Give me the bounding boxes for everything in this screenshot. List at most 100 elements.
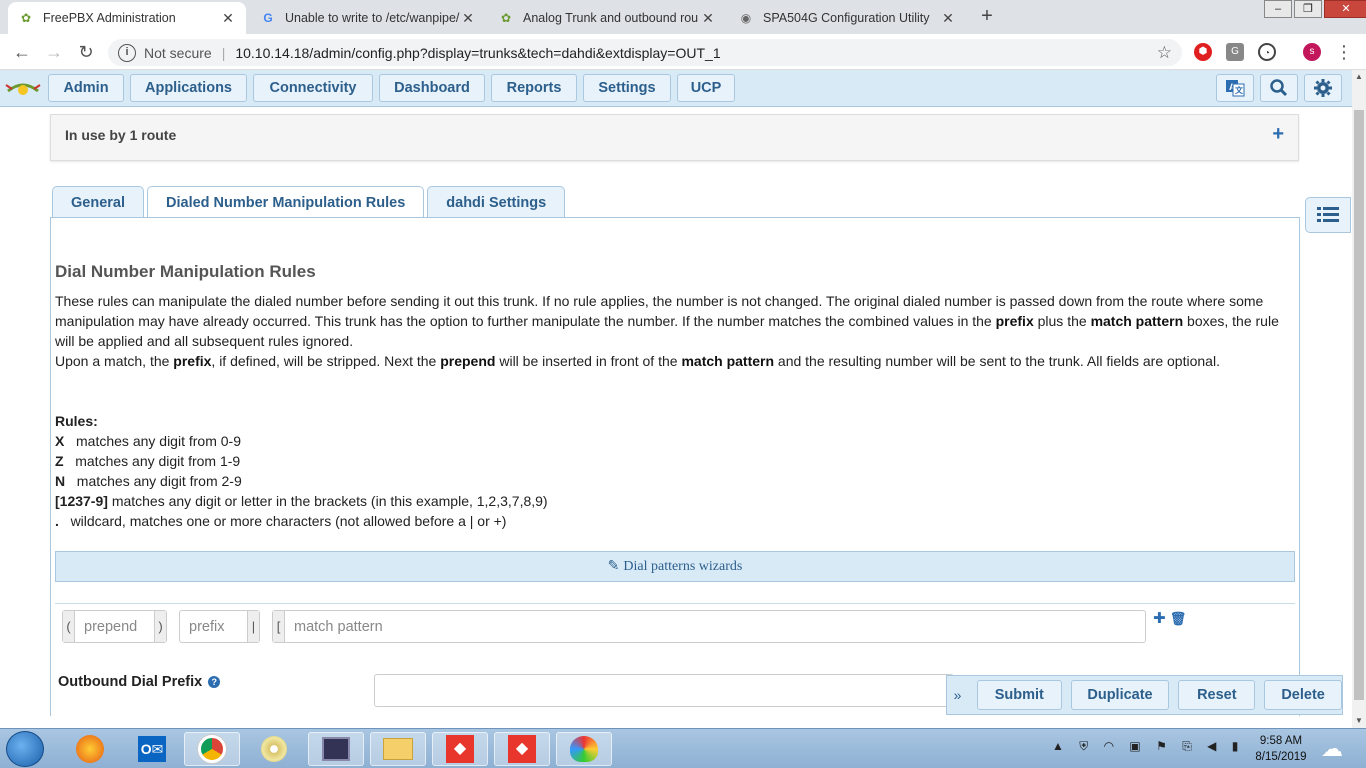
adblock-extension-icon[interactable]: ⬢ bbox=[1194, 43, 1212, 61]
windows-taskbar: O✉ ◆ ◆ ▲ ⛨ ◠ ▣ ⚑ ⎘ ◀ ▮ 9:58 AM 8/15/2019… bbox=[0, 728, 1366, 768]
trash-icon[interactable]: 🗑 bbox=[1170, 611, 1187, 626]
delete-button[interactable]: Delete bbox=[1264, 680, 1342, 710]
show-hidden-icons-icon[interactable]: ▲ bbox=[1052, 739, 1070, 753]
anydesk-icon[interactable]: ◆ bbox=[494, 732, 550, 766]
firefox-icon[interactable] bbox=[62, 732, 118, 766]
browser-tab-analog-trunk[interactable]: ✿ Analog Trunk and outbound rou ✕ bbox=[488, 2, 726, 34]
pipe-addon: | bbox=[247, 611, 259, 642]
battery-icon[interactable]: ▮ bbox=[1232, 739, 1245, 753]
maximize-button[interactable]: ❐ bbox=[1294, 0, 1322, 18]
window-close-button[interactable]: ✕ bbox=[1324, 0, 1366, 18]
expand-plus-icon[interactable]: + bbox=[1272, 123, 1284, 146]
close-tab-icon[interactable]: ✕ bbox=[460, 10, 476, 27]
page-scrollbar[interactable]: ▲ ▼ bbox=[1352, 70, 1366, 728]
nav-admin[interactable]: Admin bbox=[48, 74, 124, 102]
url-omnibox[interactable]: i Not secure | 10.10.14.18/admin/config.… bbox=[108, 39, 1182, 66]
svg-text:文: 文 bbox=[1235, 85, 1244, 95]
close-tab-icon[interactable]: ✕ bbox=[220, 10, 236, 27]
outbound-dial-prefix-label: Outbound Dial Prefix? bbox=[58, 674, 221, 690]
search-icon[interactable] bbox=[1260, 74, 1298, 102]
flag-icon[interactable]: ⚑ bbox=[1156, 739, 1173, 753]
tab-dahdi-settings[interactable]: dahdi Settings bbox=[427, 186, 566, 218]
forward-arrow-icon[interactable]: → bbox=[44, 42, 64, 62]
bookmark-star-icon[interactable]: ☆ bbox=[1157, 43, 1172, 63]
start-button[interactable] bbox=[6, 731, 44, 767]
system-tray: ▲ ⛨ ◠ ▣ ⚑ ⎘ ◀ ▮ bbox=[1052, 739, 1244, 754]
nav-connectivity[interactable]: Connectivity bbox=[253, 74, 373, 102]
browser-tab-freepbx[interactable]: ✿ FreePBX Administration ✕ bbox=[8, 2, 246, 34]
browser-menu-icon[interactable]: ⋮ bbox=[1334, 42, 1354, 62]
rule-item: X matches any digit from 0-9 bbox=[55, 433, 241, 449]
close-paren-addon: ) bbox=[154, 611, 166, 642]
language-icon[interactable]: A文 bbox=[1216, 74, 1254, 102]
scroll-up-arrow-icon[interactable]: ▲ bbox=[1352, 70, 1366, 84]
trunk-tabs: General Dialed Number Manipulation Rules… bbox=[52, 186, 568, 219]
wifi-icon[interactable]: ◠ bbox=[1104, 739, 1120, 753]
browser-tab-spa504g[interactable]: ◉ SPA504G Configuration Utility ✕ bbox=[728, 2, 966, 34]
outlook-icon[interactable]: O✉ bbox=[124, 732, 180, 766]
shield-icon[interactable]: ⛨ bbox=[1079, 739, 1094, 753]
new-tab-button[interactable]: + bbox=[976, 6, 998, 28]
tab-general[interactable]: General bbox=[52, 186, 144, 218]
in-use-panel[interactable]: In use by 1 route + bbox=[50, 114, 1299, 161]
chrome-icon[interactable] bbox=[184, 732, 240, 766]
address-bar: ← → ↻ i Not secure | 10.10.14.18/admin/c… bbox=[0, 34, 1366, 70]
info-icon[interactable]: i bbox=[118, 43, 136, 62]
divider bbox=[55, 603, 1295, 604]
network-icon[interactable]: ▣ bbox=[1129, 739, 1146, 753]
submit-button[interactable]: Submit bbox=[977, 680, 1062, 710]
usb-icon[interactable]: ⎘ bbox=[1182, 739, 1198, 753]
clock-time: 9:58 AM bbox=[1259, 735, 1303, 747]
add-row-plus-icon[interactable]: ✚ bbox=[1153, 610, 1166, 627]
dial-patterns-wizard-button[interactable]: ✎ Dial patterns wizards bbox=[55, 551, 1295, 582]
match-pattern-input[interactable]: match pattern bbox=[285, 619, 1145, 635]
scrollbar-thumb[interactable] bbox=[1354, 110, 1364, 700]
speed-extension-icon[interactable]: ◔ bbox=[1258, 43, 1276, 61]
weather-cloud-icon[interactable]: ☁ bbox=[1308, 732, 1356, 766]
close-tab-icon[interactable]: ✕ bbox=[700, 10, 716, 27]
duplicate-button[interactable]: Duplicate bbox=[1070, 680, 1170, 710]
outbound-dial-prefix-input[interactable] bbox=[374, 674, 954, 707]
prepend-input[interactable]: prepend bbox=[75, 619, 154, 635]
freepbx-logo[interactable] bbox=[4, 77, 42, 99]
network-computer-icon[interactable] bbox=[308, 732, 364, 766]
g-extension-icon[interactable]: G bbox=[1226, 43, 1244, 61]
scroll-down-arrow-icon[interactable]: ▼ bbox=[1352, 714, 1366, 728]
pencil-icon: ✎ bbox=[607, 559, 620, 574]
dvd-icon[interactable] bbox=[246, 732, 302, 766]
nav-dashboard[interactable]: Dashboard bbox=[379, 74, 485, 102]
minimize-button[interactable]: – bbox=[1264, 0, 1292, 18]
taskbar-clock[interactable]: 9:58 AM 8/15/2019 bbox=[1248, 733, 1314, 765]
nav-ucp[interactable]: UCP bbox=[677, 74, 735, 102]
rule-item: Z matches any digit from 1-9 bbox=[55, 453, 241, 469]
paint-icon[interactable] bbox=[556, 732, 612, 766]
reset-button[interactable]: Reset bbox=[1178, 680, 1256, 710]
nav-reports[interactable]: Reports bbox=[491, 74, 577, 102]
bracket-addon: [ bbox=[273, 611, 285, 642]
gear-icon[interactable] bbox=[1304, 74, 1342, 102]
prefix-input[interactable]: prefix bbox=[180, 619, 247, 635]
collapse-chevron-icon[interactable]: » bbox=[947, 687, 968, 703]
back-arrow-icon[interactable]: ← bbox=[12, 42, 32, 62]
rule-item: [1237-9] matches any digit or letter in … bbox=[55, 493, 548, 509]
prefix-input-group: prefix | bbox=[179, 610, 260, 643]
volume-icon[interactable]: ◀ bbox=[1207, 739, 1222, 753]
rules-title: Rules: bbox=[55, 413, 98, 429]
profile-avatar[interactable]: s bbox=[1303, 43, 1321, 61]
tab-dialed-number-manipulation-rules[interactable]: Dialed Number Manipulation Rules bbox=[147, 186, 425, 219]
freepbx-favicon: ✿ bbox=[500, 11, 512, 25]
globe-icon: ◉ bbox=[740, 11, 752, 25]
help-question-icon[interactable]: ? bbox=[208, 676, 221, 688]
file-explorer-icon[interactable] bbox=[370, 732, 426, 766]
close-tab-icon[interactable]: ✕ bbox=[940, 10, 956, 27]
anydesk-icon[interactable]: ◆ bbox=[432, 732, 488, 766]
nav-applications[interactable]: Applications bbox=[130, 74, 247, 102]
reload-icon[interactable]: ↻ bbox=[76, 42, 96, 62]
list-menu-icon[interactable] bbox=[1305, 197, 1351, 233]
nav-settings[interactable]: Settings bbox=[583, 74, 671, 102]
rules-description: These rules can manipulate the dialed nu… bbox=[55, 293, 1279, 369]
url-text[interactable]: 10.10.14.18/admin/config.php?display=tru… bbox=[235, 45, 720, 61]
wizard-label: Dial patterns wizards bbox=[623, 558, 743, 574]
rule-item: . wildcard, matches one or more characte… bbox=[55, 513, 507, 529]
browser-tab-wanpipe[interactable]: G Unable to write to /etc/wanpipe/ ✕ bbox=[250, 2, 486, 34]
